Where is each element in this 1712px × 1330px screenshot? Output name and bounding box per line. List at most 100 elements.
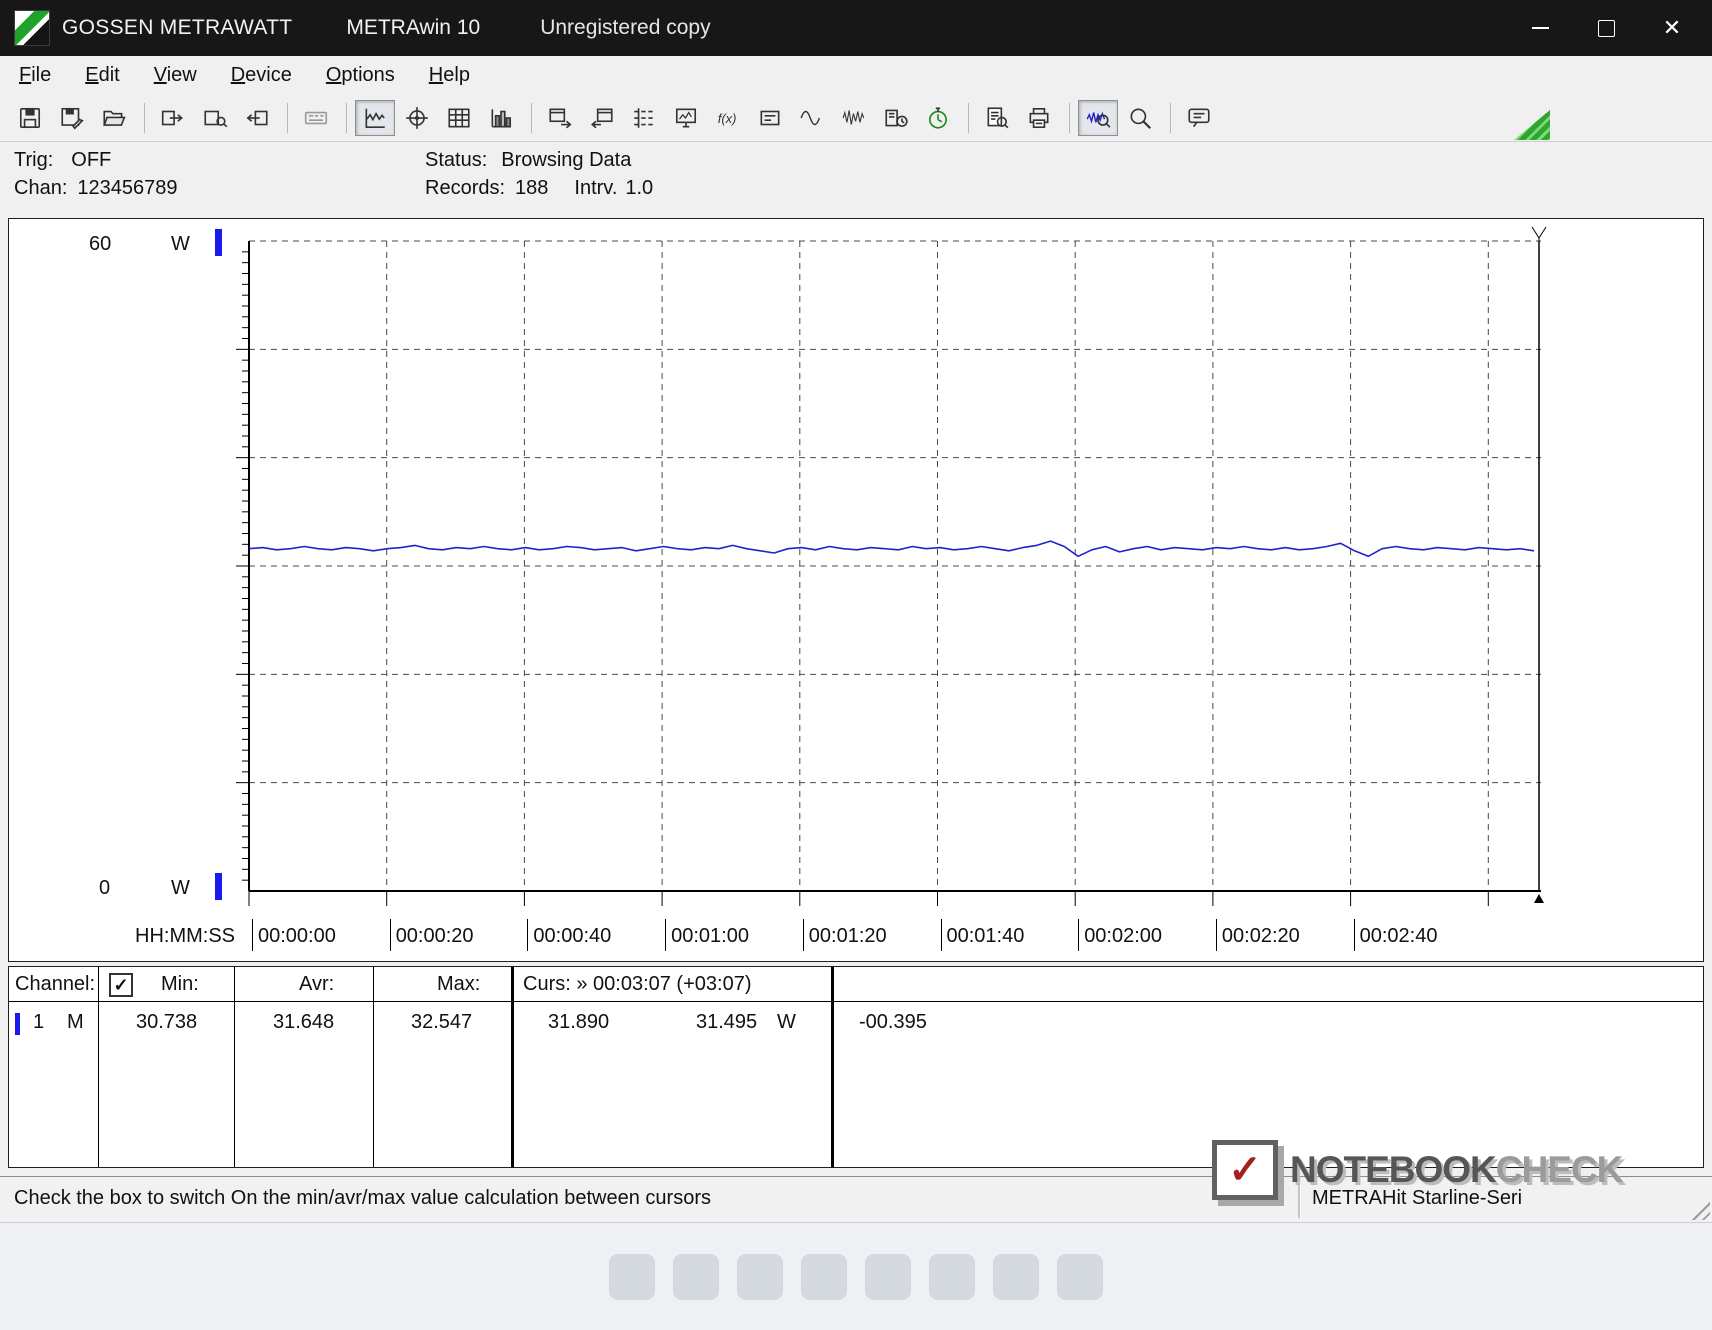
print-button[interactable]: [1019, 99, 1059, 136]
readout-divider: [511, 967, 514, 1167]
readout-header-underline: [9, 1001, 1703, 1002]
check-glyph: ✓: [1228, 1148, 1262, 1192]
note-button[interactable]: [1179, 99, 1219, 136]
taskbar-icon-placeholder[interactable]: [929, 1254, 975, 1300]
minmax-checkbox[interactable]: [109, 973, 133, 997]
open-button[interactable]: [94, 99, 134, 136]
trig-value: OFF: [71, 149, 112, 171]
interval-value: 1.0: [625, 177, 654, 199]
status-records-info: Status: Browsing Data Records: 188 Intrv. 1.…: [425, 146, 653, 202]
wave-low-button[interactable]: [792, 99, 832, 136]
view-trend-button[interactable]: [355, 99, 395, 136]
wave-high-button[interactable]: [834, 99, 874, 136]
lcd-small-icon: [760, 110, 780, 125]
row-mode: M: [67, 1011, 84, 1033]
time-export-button[interactable]: [876, 99, 916, 136]
menu-options[interactable]: Options: [313, 61, 408, 90]
row-delta: -00.395: [859, 1011, 927, 1033]
readout-divider: [831, 967, 834, 1167]
timeline-icon: [634, 107, 654, 128]
status-value: Browsing Data: [501, 149, 632, 171]
formula-button[interactable]: f(x): [708, 99, 748, 136]
zoom-signal-button[interactable]: [1078, 99, 1118, 136]
x-axis-label: HH:MM:SS: [135, 925, 235, 947]
x-tick-label: 00:01:20: [802, 919, 887, 951]
row-unit: W: [777, 1011, 796, 1033]
x-tick-label: 00:00:00: [252, 919, 336, 951]
readout-button[interactable]: [750, 99, 790, 136]
zoom-button[interactable]: [1120, 99, 1160, 136]
menu-view[interactable]: View: [141, 61, 210, 90]
toolbar-separator: [1069, 102, 1070, 133]
taskbar-strip: [0, 1222, 1712, 1330]
print-preview-button[interactable]: [977, 99, 1017, 136]
stopwatch-button[interactable]: [918, 99, 958, 136]
taskbar-icon-placeholder[interactable]: [993, 1254, 1039, 1300]
taskbar-icon-placeholder[interactable]: [1057, 1254, 1103, 1300]
trend-icon: [365, 108, 385, 128]
close-button[interactable]: ✕: [1646, 0, 1698, 56]
channel-color-bar: [15, 1013, 20, 1035]
layout-import-button[interactable]: [582, 99, 622, 136]
plot-area[interactable]: [236, 226, 1547, 906]
taskbar-icon-placeholder[interactable]: [801, 1254, 847, 1300]
view-data-button[interactable]: [195, 99, 235, 136]
sine-icon: [800, 110, 821, 125]
layout-export-button[interactable]: [540, 99, 580, 136]
view-xy-button[interactable]: [397, 99, 437, 136]
y-axis-unit-top: W: [171, 233, 190, 255]
maximize-button[interactable]: [1580, 0, 1632, 56]
open-folder-icon: [103, 110, 126, 126]
minimize-button[interactable]: [1514, 0, 1566, 56]
statusbar-hint: Check the box to switch On the min/avr/m…: [14, 1187, 711, 1209]
chan-label: Chan:: [14, 177, 68, 199]
menu-device[interactable]: Device: [218, 61, 305, 90]
header-avr: Avr:: [299, 973, 335, 995]
watermark-dark: NOTEBOOK: [1290, 1149, 1497, 1190]
x-tick-label: 00:01:00: [665, 919, 749, 951]
resize-grip[interactable]: [1686, 1196, 1710, 1220]
trend-chart-panel: 60 W 0 W HH:MM:SS 00:00:00 00:00:20 00:00:…: [8, 218, 1704, 962]
menu-bar: File Edit View Device Options Help: [0, 56, 1712, 94]
row-cursor-right: 31.495: [696, 1011, 758, 1033]
save-button[interactable]: [10, 99, 50, 136]
toolbar-separator: [968, 102, 969, 133]
chan-value: 123456789: [77, 177, 178, 199]
records-label: Records:: [425, 177, 506, 199]
table-icon: [448, 108, 470, 127]
title-bar: GOSSEN METRAWATT METRAwin 10 Unregistere…: [0, 0, 1712, 56]
readout-panel: Channel: Min: Avr: Max: Curs: » 00:03:07…: [8, 966, 1704, 1168]
readout-divider: [373, 967, 374, 1167]
menu-edit[interactable]: Edit: [72, 61, 132, 90]
save-icon: [19, 107, 41, 128]
toolbar-separator: [287, 102, 288, 133]
toolbar-separator: [144, 102, 145, 133]
taskbar-icon-placeholder[interactable]: [737, 1254, 783, 1300]
menu-file[interactable]: File: [6, 61, 64, 90]
save-as-button[interactable]: [52, 99, 92, 136]
title-license-note: Unregistered copy: [540, 16, 711, 39]
notebookcheck-watermark: ✓ NOTEBOOKCHECK: [1212, 1140, 1623, 1200]
window-arrow2-icon: [591, 108, 613, 128]
menu-help[interactable]: Help: [416, 61, 483, 90]
y-axis-unit-bottom: W: [171, 877, 190, 899]
trigger-channel-info: Trig: OFF Chan: 123456789: [14, 146, 177, 202]
header-channel: Channel:: [15, 973, 96, 995]
header-min: Min:: [161, 973, 199, 995]
taskbar-icon-placeholder[interactable]: [673, 1254, 719, 1300]
device-display-button[interactable]: [296, 99, 336, 136]
channel-color-marker-top: [215, 229, 222, 256]
view-table-button[interactable]: [439, 99, 479, 136]
view-bars-button[interactable]: [481, 99, 521, 136]
export-data-button[interactable]: [153, 99, 193, 136]
taskbar-icon-placeholder[interactable]: [609, 1254, 655, 1300]
x-tick-label: 00:00:40: [527, 919, 611, 951]
crosshair-icon: [406, 106, 428, 129]
readout-row: 1 M 30.738 31.648 32.547 31.890 31.495 W…: [9, 1011, 1703, 1039]
watermark-text: NOTEBOOKCHECK: [1290, 1149, 1623, 1191]
channels-button[interactable]: [624, 99, 664, 136]
monitor-button[interactable]: [666, 99, 706, 136]
taskbar-icon-placeholder[interactable]: [865, 1254, 911, 1300]
trig-label: Trig:: [14, 149, 54, 171]
import-data-button[interactable]: [237, 99, 277, 136]
